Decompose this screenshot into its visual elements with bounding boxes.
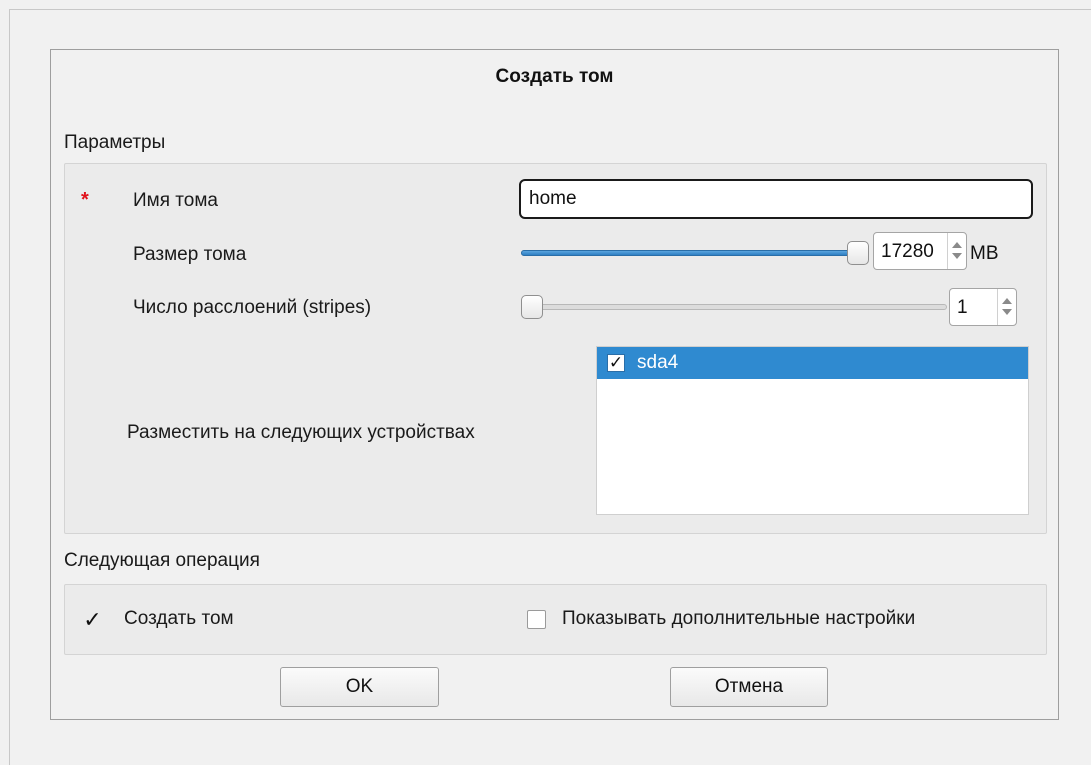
spin-up-icon[interactable] <box>952 242 962 248</box>
volume-size-value: 17280 <box>881 241 934 262</box>
stripes-slider-handle[interactable] <box>521 295 543 319</box>
parameters-group-label: Параметры <box>64 132 166 153</box>
spin-down-icon[interactable] <box>952 253 962 259</box>
volume-name-input[interactable] <box>519 179 1033 219</box>
device-checkbox[interactable]: ✓ <box>607 354 625 372</box>
stripes-label: Число расслоений (stripes) <box>133 297 372 318</box>
volume-size-spin-arrows[interactable] <box>947 233 966 269</box>
stripes-value: 1 <box>957 297 968 318</box>
stripes-spinbox[interactable]: 1 <box>949 288 1017 326</box>
device-list[interactable]: ✓ sda4 <box>596 346 1029 515</box>
create-volume-checkbox[interactable]: ✓ <box>83 609 102 631</box>
parameters-group: * Имя тома Размер тома 17280 MB Число ра… <box>64 163 1047 534</box>
spin-down-icon[interactable] <box>1002 309 1012 315</box>
volume-size-slider-handle[interactable] <box>847 241 869 265</box>
volume-name-label: Имя тома <box>133 190 218 211</box>
required-asterisk-icon: * <box>81 189 89 211</box>
devices-label: Разместить на следующих устройствах <box>127 422 475 443</box>
volume-size-unit: MB <box>970 243 999 264</box>
create-volume-label[interactable]: Создать том <box>124 608 234 630</box>
create-volume-dialog: Создать том Параметры * Имя тома Размер … <box>50 49 1059 720</box>
ok-button[interactable]: OK <box>280 667 439 707</box>
volume-size-slider[interactable] <box>521 241 869 265</box>
stripes-spin-arrows[interactable] <box>997 289 1016 325</box>
next-operation-group-label: Следующая операция <box>64 550 260 571</box>
cancel-button[interactable]: Отмена <box>670 667 828 707</box>
device-name: sda4 <box>637 352 679 373</box>
volume-size-label: Размер тома <box>133 244 247 265</box>
volume-size-slider-fill <box>521 250 858 256</box>
show-advanced-label[interactable]: Показывать дополнительные настройки <box>562 608 915 630</box>
next-operation-group: ✓ Создать том Показывать дополнительные … <box>64 584 1047 655</box>
stripes-slider[interactable] <box>521 295 947 319</box>
stripes-slider-groove <box>521 304 947 310</box>
spin-up-icon[interactable] <box>1002 298 1012 304</box>
show-advanced-checkbox[interactable] <box>527 610 546 629</box>
volume-size-spinbox[interactable]: 17280 <box>873 232 967 270</box>
device-item-sda4[interactable]: ✓ sda4 <box>597 347 1028 379</box>
dialog-title: Создать том <box>495 66 614 87</box>
